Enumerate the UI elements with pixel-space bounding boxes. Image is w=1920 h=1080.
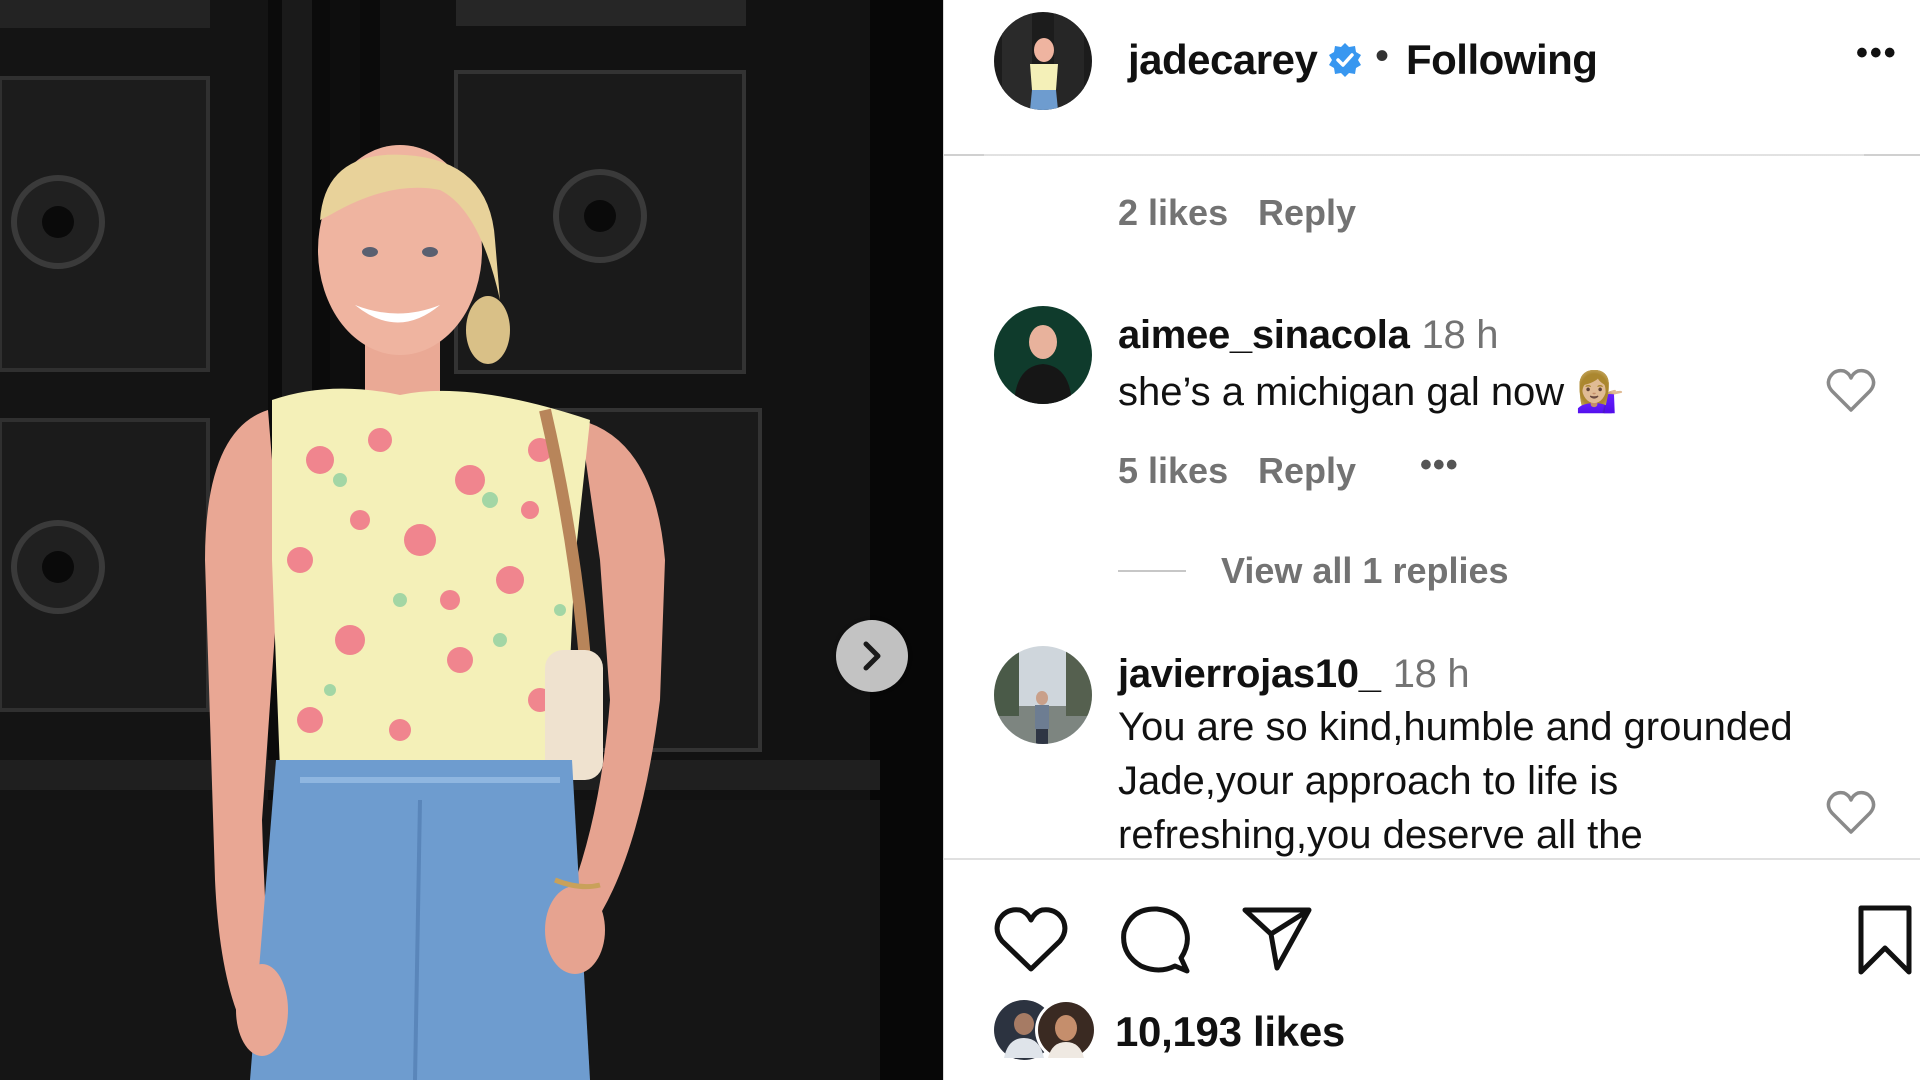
comment-options-button[interactable]: ••• (1420, 446, 1459, 485)
paper-plane-icon[interactable] (1241, 904, 1313, 974)
verified-badge-icon (1329, 43, 1361, 77)
view-replies-button[interactable]: View all 1 replies (1221, 550, 1509, 592)
photo-illustration (0, 0, 943, 1080)
comment-like-heart-icon[interactable] (1826, 790, 1876, 836)
comment-username-text[interactable]: javierrojas10_ (1118, 652, 1381, 696)
chevron-right-icon (863, 641, 881, 671)
replies-divider (1118, 570, 1186, 572)
comment-text: she’s a michigan gal now 💁🏼‍♀️ (1118, 370, 1626, 414)
post-side-panel: jadecarey • Following ••• 2 likes Reply … (943, 0, 1920, 1080)
scroll-fade (984, 118, 1864, 178)
comment-username[interactable]: aimee_sinacola 18 h (1118, 313, 1499, 358)
prev-comment-likes[interactable]: 2 likes (1118, 192, 1228, 234)
commenter-avatar[interactable] (994, 306, 1092, 404)
comment-text: You are so kind,humble and grounded Jade… (1118, 705, 1793, 857)
header-separator: • (1375, 34, 1390, 78)
post-options-button[interactable]: ••• (1856, 34, 1898, 73)
comment-like-heart-icon[interactable] (1826, 368, 1876, 414)
prev-comment-reply-button[interactable]: Reply (1258, 192, 1356, 234)
comment-username-text[interactable]: aimee_sinacola (1118, 313, 1410, 357)
comment-text-clip: You are so kind,humble and grounded Jade… (1118, 700, 1818, 858)
comment-bubble-icon[interactable] (1119, 904, 1191, 976)
comment-time: 18 h (1421, 313, 1499, 357)
following-button[interactable]: Following (1406, 36, 1598, 84)
actions-divider (944, 858, 1920, 860)
comment-username[interactable]: javierrojas10_ 18 h (1118, 652, 1470, 697)
bookmark-icon[interactable] (1856, 904, 1914, 976)
author-username[interactable]: jadecarey (1128, 36, 1318, 84)
post-photo (0, 0, 943, 1080)
next-photo-button[interactable] (836, 620, 908, 692)
heart-icon[interactable] (994, 906, 1068, 974)
comment-time: 18 h (1392, 652, 1470, 696)
liked-by-avatars[interactable] (994, 998, 1104, 1062)
comment-likes[interactable]: 5 likes (1118, 450, 1228, 492)
author-avatar[interactable] (994, 12, 1092, 110)
commenter-avatar[interactable] (994, 646, 1092, 744)
likes-count[interactable]: 10,193 likes (1115, 1008, 1345, 1056)
comment-reply-button[interactable]: Reply (1258, 450, 1356, 492)
